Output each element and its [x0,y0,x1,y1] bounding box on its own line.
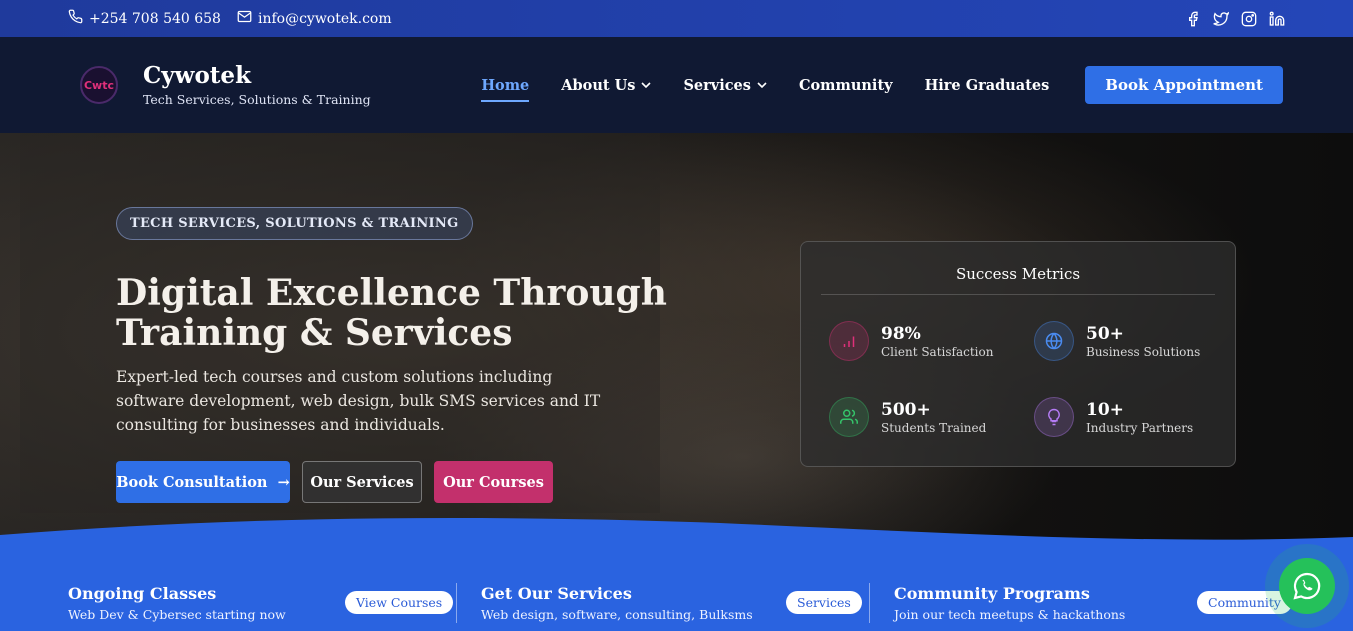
metric-value: 98% [881,323,921,344]
nav-about-us[interactable]: About Us [561,76,652,94]
whatsapp-button[interactable] [1279,558,1335,614]
strip-subtitle: Web Dev & Cybersec starting now [68,607,286,622]
whatsapp-icon [1293,572,1321,600]
users-icon [829,397,869,437]
metric-business-solutions: 50+ Business Solutions [1034,321,1200,361]
hero-title-line1: Digital Excellence Through [116,272,667,314]
mail-icon [237,9,252,28]
contact-info: +254 708 540 658 info@cywotek.com [68,9,392,28]
metric-value: 500+ [881,399,931,420]
chart-icon [829,321,869,361]
metric-client-satisfaction: 98% Client Satisfaction [829,321,993,361]
metric-label: Industry Partners [1086,420,1194,435]
hero-title-line2: Training & Services [116,312,513,354]
phone-icon [68,9,83,28]
top-bar: +254 708 540 658 info@cywotek.com [0,0,1353,37]
strip-get-services: Get Our Services Web design, software, c… [457,575,870,631]
book-consultation-button[interactable]: Book Consultation → [116,461,290,503]
metric-value: 50+ [1086,323,1124,344]
strip-subtitle: Web design, software, consulting, Bulksm… [481,607,753,622]
arrow-right-icon: → [277,473,290,491]
success-metrics-card: Success Metrics 98% Client Satisfaction … [800,241,1236,467]
our-courses-button[interactable]: Our Courses [434,461,553,503]
lightbulb-icon [1034,397,1074,437]
metrics-title: Success Metrics [955,265,1081,283]
book-consultation-label: Book Consultation [116,473,268,491]
main-nav: Home About Us Services Community Hire Gr… [481,66,1283,104]
metric-label: Business Solutions [1086,344,1201,359]
view-courses-button[interactable]: View Courses [345,591,454,614]
our-services-button[interactable]: Our Services [302,461,422,503]
metric-industry-partners: 10+ Industry Partners [1034,397,1193,437]
community-button[interactable]: Community [1197,591,1292,614]
globe-icon [1034,321,1074,361]
strip-title: Ongoing Classes [68,584,217,603]
strip-ongoing-classes: Ongoing Classes Web Dev & Cybersec start… [68,575,457,631]
instagram-icon[interactable] [1240,10,1257,27]
chevron-down-icon [641,82,652,89]
hero-description: Expert-led tech courses and custom solut… [116,368,601,434]
strip-title: Community Programs [894,584,1090,603]
quick-links-strip: Ongoing Classes Web Dev & Cybersec start… [0,575,1353,631]
nav-about-us-label: About Us [561,76,636,94]
strip-community-programs: Community Programs Join our tech meetups… [870,575,1292,631]
linkedin-icon[interactable] [1268,10,1285,27]
brand[interactable]: Cywotek Tech Services, Solutions & Train… [143,61,371,108]
logo[interactable]: Cwtc [80,66,118,104]
metrics-divider [821,294,1215,295]
metric-students-trained: 500+ Students Trained [829,397,986,437]
social-links [1184,10,1285,27]
strip-title: Get Our Services [481,584,632,603]
metric-label: Students Trained [881,420,987,435]
book-appointment-button[interactable]: Book Appointment [1085,66,1283,104]
nav-community[interactable]: Community [799,77,893,94]
site-header: Cwtc Cywotek Tech Services, Solutions & … [0,37,1353,133]
nav-hire-graduates[interactable]: Hire Graduates [925,77,1050,94]
nav-home[interactable]: Home [481,77,529,102]
services-button[interactable]: Services [786,591,862,614]
chevron-down-icon [757,82,767,89]
strip-subtitle: Join our tech meetups & hackathons [894,607,1126,622]
facebook-icon[interactable] [1184,10,1201,27]
twitter-icon[interactable] [1212,10,1229,27]
nav-services-label: Services [683,76,751,94]
metric-value: 10+ [1086,399,1124,420]
hero-title: Digital Excellence Through Training & Se… [116,273,676,353]
brand-name: Cywotek [143,61,252,89]
phone-number: +254 708 540 658 [89,10,221,27]
phone-link[interactable]: +254 708 540 658 [68,9,221,28]
email-link[interactable]: info@cywotek.com [237,9,392,28]
brand-tagline: Tech Services, Solutions & Training [143,92,371,108]
metric-label: Client Satisfaction [881,344,994,359]
hero-pill: TECH SERVICES, SOLUTIONS & TRAINING [116,207,473,240]
logo-text: Cwtc [83,78,114,92]
email-address: info@cywotek.com [257,10,392,27]
nav-services[interactable]: Services [683,77,767,94]
